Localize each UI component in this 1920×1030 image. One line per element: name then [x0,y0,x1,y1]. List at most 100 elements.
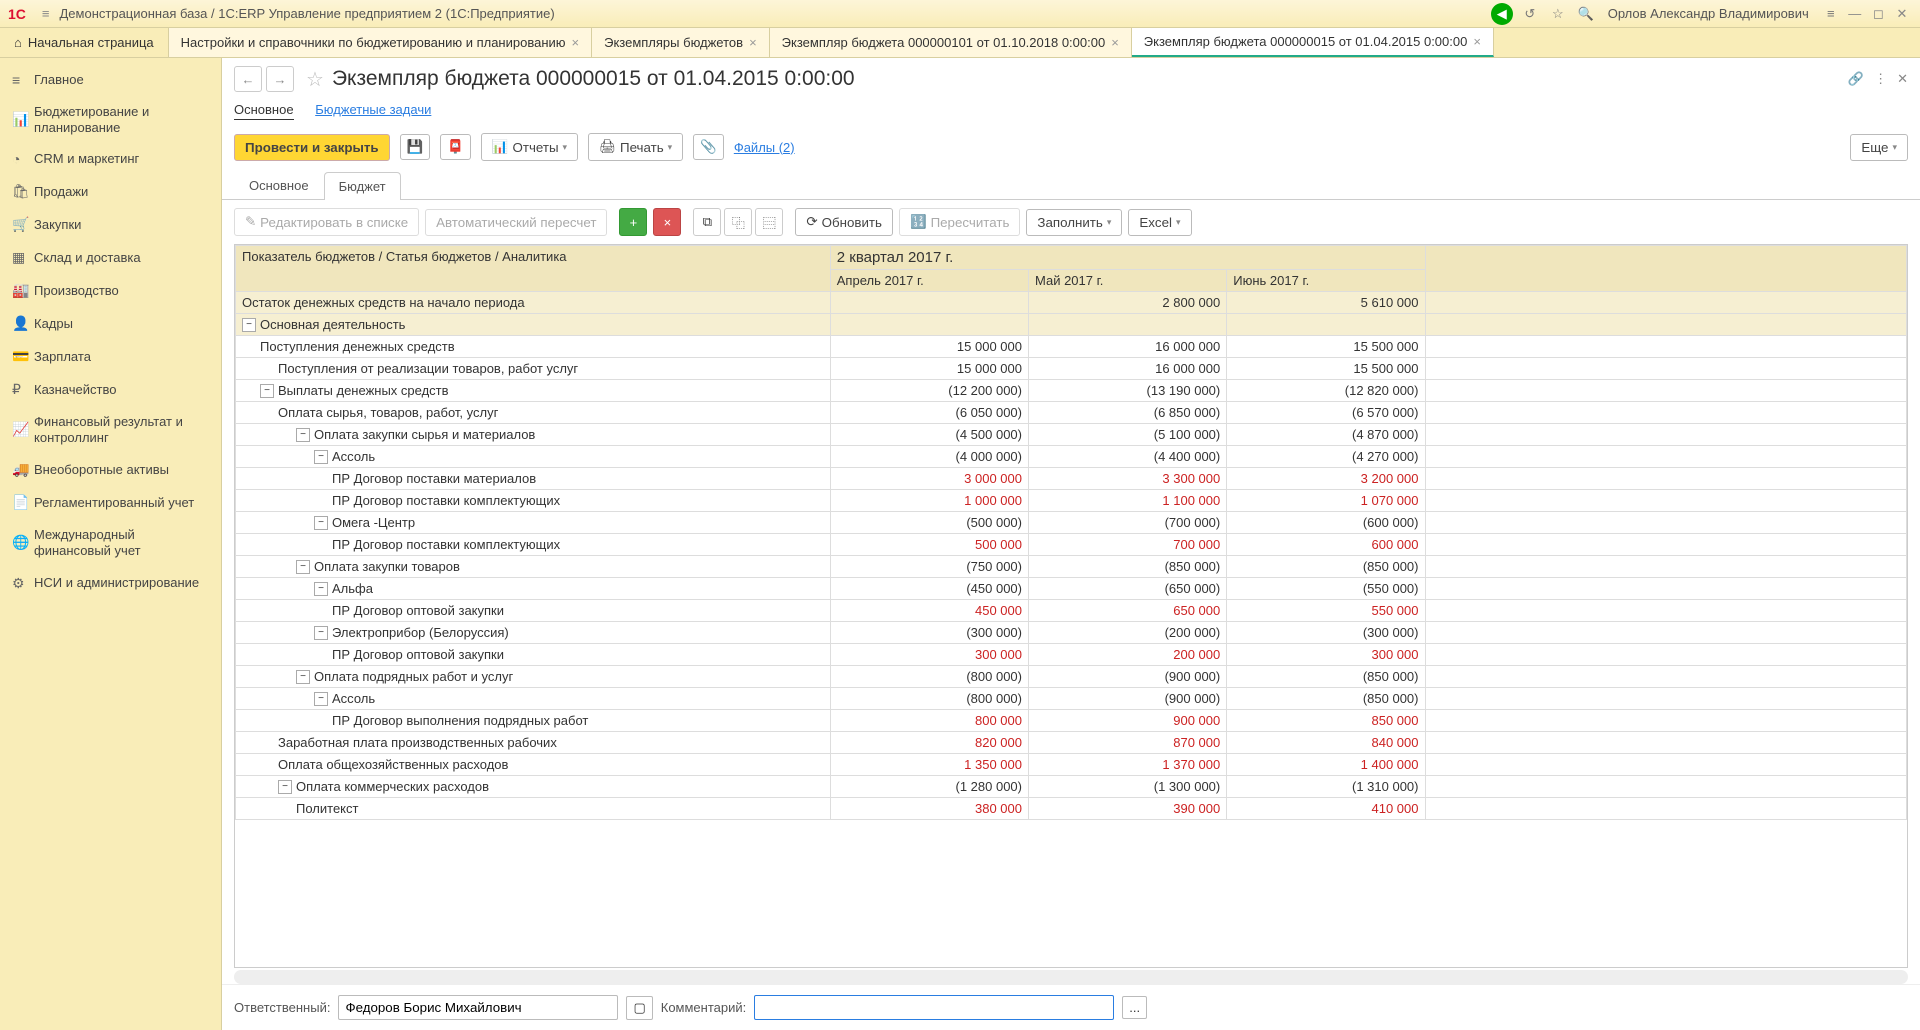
post-button[interactable]: 📮 [440,134,471,160]
inner-tab-main[interactable]: Основное [234,171,324,199]
value-cell[interactable]: 390 000 [1029,798,1227,820]
value-cell[interactable]: 870 000 [1029,732,1227,754]
value-cell[interactable]: (4 500 000) [830,424,1028,446]
value-cell[interactable]: 3 300 000 [1029,468,1227,490]
value-cell[interactable]: 16 000 000 [1029,358,1227,380]
value-cell[interactable]: (800 000) [830,688,1028,710]
value-cell[interactable]: 1 100 000 [1029,490,1227,512]
close-icon[interactable]: × [749,35,757,50]
tree-toggle-icon[interactable]: − [314,450,328,464]
refresh-button[interactable]: ⟳ Обновить [795,208,893,236]
value-cell[interactable]: 15 000 000 [830,336,1028,358]
forward-button[interactable]: → [266,66,294,92]
notification-icon[interactable]: ◀ [1491,3,1513,25]
value-cell[interactable]: 550 000 [1227,600,1425,622]
value-cell[interactable] [1227,314,1425,336]
sublink-budget-tasks[interactable]: Бюджетные задачи [315,102,431,117]
table-row[interactable]: Заработная плата производственных рабочи… [236,732,1907,754]
close-icon[interactable]: × [572,35,580,50]
responsible-open-button[interactable]: ▢ [626,996,652,1020]
value-cell[interactable]: (900 000) [1029,666,1227,688]
value-cell[interactable]: 300 000 [1227,644,1425,666]
copy-cell-button[interactable]: ⧉ [693,208,721,236]
value-cell[interactable]: (650 000) [1029,578,1227,600]
history-icon[interactable]: ↺ [1519,3,1541,25]
post-and-close-button[interactable]: Провести и закрыть [234,134,390,161]
minimize-button[interactable]: — [1845,6,1865,21]
value-cell[interactable]: (4 400 000) [1029,446,1227,468]
value-cell[interactable]: (800 000) [830,666,1028,688]
table-row[interactable]: Поступления денежных средств15 000 00016… [236,336,1907,358]
table-row[interactable]: −Ассоль(800 000)(900 000)(850 000) [236,688,1907,710]
value-cell[interactable]: 3 200 000 [1227,468,1425,490]
sidebar-item-production[interactable]: 🏭Производство [0,274,221,307]
table-row[interactable]: −Оплата закупки сырья и материалов(4 500… [236,424,1907,446]
tree-toggle-icon[interactable]: − [260,384,274,398]
table-row[interactable]: ПР Договор поставки материалов3 000 0003… [236,468,1907,490]
value-cell[interactable]: (850 000) [1227,556,1425,578]
back-button[interactable]: ← [234,66,262,92]
value-cell[interactable]: (6 050 000) [830,402,1028,424]
tree-toggle-icon[interactable]: − [296,670,310,684]
value-cell[interactable]: 3 000 000 [830,468,1028,490]
table-row[interactable]: ПР Договор оптовой закупки450 000650 000… [236,600,1907,622]
value-cell[interactable]: 1 370 000 [1029,754,1227,776]
value-cell[interactable]: 300 000 [830,644,1028,666]
attach-button[interactable]: 📎 [693,134,724,160]
value-cell[interactable]: 500 000 [830,534,1028,556]
table-row[interactable]: −Основная деятельность [236,314,1907,336]
edit-in-list-button[interactable]: ✎ Редактировать в списке [234,208,419,236]
value-cell[interactable]: (300 000) [1227,622,1425,644]
value-cell[interactable] [1029,314,1227,336]
value-cell[interactable]: (900 000) [1029,688,1227,710]
sidebar-item-crm[interactable]: ◔CRM и маркетинг [0,143,221,175]
table-row[interactable]: ПР Договор оптовой закупки300 000200 000… [236,644,1907,666]
value-cell[interactable]: (200 000) [1029,622,1227,644]
value-cell[interactable]: (4 000 000) [830,446,1028,468]
value-cell[interactable]: (12 200 000) [830,380,1028,402]
value-cell[interactable]: 900 000 [1029,710,1227,732]
responsible-input[interactable] [338,995,618,1020]
table-row[interactable]: Остаток денежных средств на начало перио… [236,292,1907,314]
value-cell[interactable]: (6 850 000) [1029,402,1227,424]
sidebar-item-warehouse[interactable]: ▦Склад и доставка [0,241,221,274]
value-cell[interactable]: 700 000 [1029,534,1227,556]
tab-budget-015[interactable]: Экземпляр бюджета 000000015 от 01.04.201… [1132,28,1494,57]
tree-toggle-icon[interactable]: − [314,516,328,530]
value-cell[interactable]: (1 280 000) [830,776,1028,798]
value-cell[interactable]: 600 000 [1227,534,1425,556]
value-cell[interactable]: (850 000) [1029,556,1227,578]
value-cell[interactable]: 450 000 [830,600,1028,622]
value-cell[interactable]: (500 000) [830,512,1028,534]
settings-icon[interactable]: ≡ [1820,3,1842,25]
value-cell[interactable]: (4 270 000) [1227,446,1425,468]
close-form-icon[interactable]: ✕ [1897,71,1908,87]
value-cell[interactable]: (13 190 000) [1029,380,1227,402]
value-cell[interactable]: (550 000) [1227,578,1425,600]
value-cell[interactable]: 1 350 000 [830,754,1028,776]
inner-tab-budget[interactable]: Бюджет [324,172,401,200]
close-window-button[interactable]: ✕ [1892,6,1912,22]
copy-row-button[interactable]: ⿻ [724,208,752,236]
value-cell[interactable]: 1 000 000 [830,490,1028,512]
tree-toggle-icon[interactable]: − [314,626,328,640]
tab-settings-budgeting[interactable]: Настройки и справочники по бюджетировани… [169,28,592,57]
value-cell[interactable]: 15 000 000 [830,358,1028,380]
tree-toggle-icon[interactable]: − [314,692,328,706]
value-cell[interactable]: (850 000) [1227,666,1425,688]
sidebar-item-purchases[interactable]: 🛒Закупки [0,208,221,241]
table-row[interactable]: −Ассоль(4 000 000)(4 400 000)(4 270 000) [236,446,1907,468]
print-button[interactable]: 🖨 Печать ▾ [588,133,683,161]
value-cell[interactable]: 850 000 [1227,710,1425,732]
main-menu-icon[interactable]: ≡ [42,6,50,21]
value-cell[interactable] [830,314,1028,336]
table-row[interactable]: −Выплаты денежных средств(12 200 000)(13… [236,380,1907,402]
value-cell[interactable]: 200 000 [1029,644,1227,666]
tree-toggle-icon[interactable]: − [296,560,310,574]
table-row[interactable]: ПР Договор выполнения подрядных работ800… [236,710,1907,732]
value-cell[interactable]: (6 570 000) [1227,402,1425,424]
sidebar-item-treasury[interactable]: ₽Казначейство [0,373,221,406]
sidebar-item-sales[interactable]: 🛍Продажи [0,175,221,208]
value-cell[interactable]: (4 870 000) [1227,424,1425,446]
favorite-icon[interactable]: ☆ [1547,3,1569,25]
